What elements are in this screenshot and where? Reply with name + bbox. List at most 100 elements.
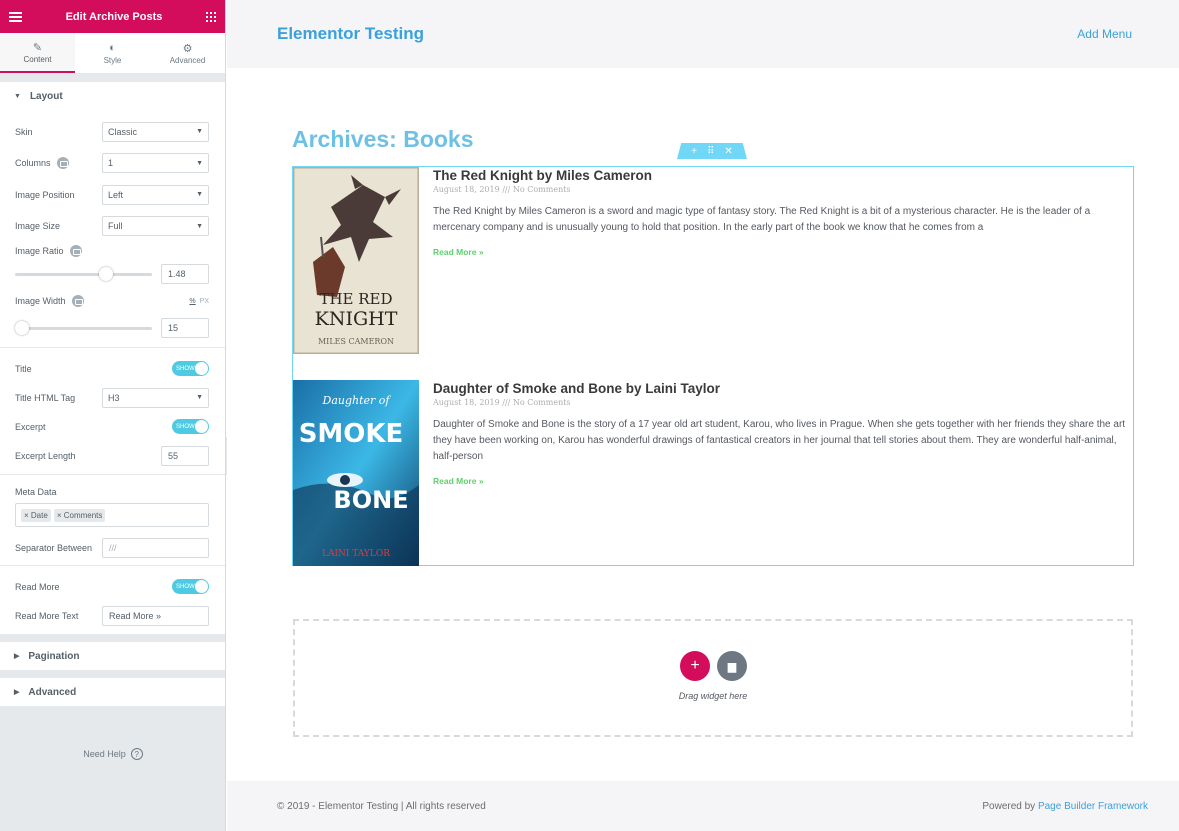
- widget-handle[interactable]: + ⠿ ✕: [677, 143, 747, 159]
- read-more-toggle[interactable]: SHOW: [172, 579, 209, 594]
- chevron-down-icon: ▼: [196, 222, 203, 230]
- control-label: Excerpt: [15, 421, 46, 432]
- section-pagination-toggle[interactable]: ▶ Pagination: [0, 642, 225, 670]
- layout-controls: Skin Classic ▼ Columns 1 ▼ Image Position …: [0, 110, 225, 634]
- tab-advanced[interactable]: ⚙ Advanced: [150, 33, 225, 73]
- post-thumbnail[interactable]: THE RED KNIGHT MILES CAMERON: [293, 167, 419, 354]
- control-image-size: Image Size Full ▼: [0, 211, 225, 243]
- read-more-link[interactable]: Read More »: [433, 476, 484, 486]
- close-icon[interactable]: ✕: [724, 146, 732, 157]
- add-icon[interactable]: +: [691, 146, 697, 157]
- skin-select[interactable]: Classic ▼: [102, 121, 209, 142]
- meta-tag-date[interactable]: × Date: [21, 508, 51, 522]
- add-section-button[interactable]: +: [680, 651, 710, 681]
- image-position-select[interactable]: Left ▼: [102, 184, 209, 205]
- control-title: Title SHOW: [0, 354, 225, 383]
- archive-posts-widget[interactable]: THE RED KNIGHT MILES CAMERON The Red Kni…: [292, 166, 1134, 566]
- control-excerpt-length: Excerpt Length 55: [0, 441, 225, 470]
- widgets-grid-icon[interactable]: [205, 11, 216, 22]
- image-width-input[interactable]: 15: [161, 318, 209, 338]
- excerpt-length-input[interactable]: 55: [161, 445, 209, 466]
- add-menu-link[interactable]: Add Menu: [1077, 27, 1132, 41]
- responsive-icon[interactable]: [71, 295, 84, 307]
- empty-section-dropzone[interactable]: + ▆ Drag widget here: [293, 619, 1133, 737]
- section-advanced-toggle[interactable]: ▶ Advanced: [0, 678, 225, 706]
- tab-style[interactable]: ◐ Style: [75, 33, 150, 73]
- panel-title: Edit Archive Posts: [65, 10, 163, 23]
- cover-title-line: SMOKE: [299, 419, 404, 449]
- read-more-text-input[interactable]: Read More »: [102, 605, 209, 626]
- post-excerpt: Daughter of Smoke and Bone is the story …: [433, 419, 1126, 462]
- control-image-position: Image Position Left ▼: [0, 179, 225, 211]
- post-title[interactable]: Daughter of Smoke and Bone by Laini Tayl…: [433, 381, 1133, 396]
- columns-select[interactable]: 1 ▼: [102, 153, 209, 174]
- control-skin: Skin Classic ▼: [0, 116, 225, 148]
- site-header: Elementor Testing Add Menu: [227, 0, 1179, 68]
- section-label: Pagination: [28, 650, 80, 662]
- tab-content[interactable]: ✎ Content: [0, 33, 75, 73]
- control-label: Read More Text: [15, 610, 79, 621]
- footer-credit: Powered by Page Builder Framework: [982, 800, 1148, 812]
- site-title[interactable]: Elementor Testing: [277, 24, 424, 44]
- dropzone-text: Drag widget here: [678, 691, 748, 701]
- control-label: Image Size: [15, 221, 61, 232]
- control-columns: Columns 1 ▼: [0, 148, 225, 180]
- title-tag-select[interactable]: H3 ▼: [102, 387, 209, 408]
- slider-handle[interactable]: [15, 320, 29, 335]
- title-toggle[interactable]: SHOW: [172, 361, 209, 376]
- panel-tabs: ✎ Content ◐ Style ⚙ Advanced: [0, 33, 225, 74]
- control-read-more-text: Read More Text Read More »: [0, 601, 225, 630]
- excerpt-toggle[interactable]: SHOW: [172, 419, 209, 434]
- plus-icon: +: [690, 657, 700, 674]
- drag-handle-icon[interactable]: ⠿: [707, 146, 714, 157]
- control-group-image: Skin Classic ▼ Columns 1 ▼ Image Position …: [0, 116, 225, 348]
- responsive-icon[interactable]: [56, 157, 69, 170]
- add-template-button[interactable]: ▆: [717, 651, 747, 681]
- post-content: The Red Knight by Miles Cameron August 1…: [433, 168, 1133, 258]
- responsive-icon[interactable]: [69, 244, 82, 257]
- cover-author: LAINI TAYLOR: [322, 549, 390, 559]
- pencil-icon: ✎: [32, 41, 43, 54]
- tab-label: Content: [23, 54, 52, 64]
- tab-label: Advanced: [169, 55, 206, 65]
- read-more-link[interactable]: Read More »: [433, 247, 484, 257]
- image-width-slider[interactable]: [15, 320, 152, 335]
- framework-link[interactable]: Page Builder Framework: [1038, 801, 1148, 812]
- control-label: Title: [15, 363, 32, 374]
- cover-title-line: THE RED: [319, 290, 392, 308]
- control-label: Image Ratio: [15, 245, 64, 256]
- tab-label: Style: [103, 55, 122, 65]
- image-ratio-slider[interactable]: [15, 266, 152, 281]
- caret-right-icon: ▶: [14, 653, 20, 660]
- meta-data-select[interactable]: × Date × Comments: [15, 503, 209, 527]
- post-title[interactable]: The Red Knight by Miles Cameron: [433, 168, 1133, 183]
- cover-title-line: BONE: [333, 486, 408, 514]
- control-read-more: Read More SHOW: [0, 572, 225, 601]
- image-size-select[interactable]: Full ▼: [102, 216, 209, 237]
- chevron-down-icon: ▼: [196, 159, 203, 167]
- advanced-section: ▶ Advanced: [0, 678, 225, 706]
- image-ratio-slider-row: 1.48: [0, 259, 225, 289]
- pagination-section: ▶ Pagination: [0, 642, 225, 670]
- control-group-meta: Meta Data × Date × Comments Separator Be…: [0, 481, 225, 566]
- slider-handle[interactable]: [98, 266, 113, 281]
- unit-switcher[interactable]: % PX: [189, 298, 209, 305]
- menu-icon[interactable]: [9, 11, 22, 22]
- need-help-link[interactable]: Need Help ?: [0, 748, 226, 760]
- post-thumbnail[interactable]: Daughter of SMOKE BONE LAINI TAYLOR: [293, 380, 419, 566]
- post-meta: August 18, 2019 /// No Comments: [433, 398, 571, 407]
- section-layout-toggle[interactable]: ▼ Layout: [0, 82, 225, 110]
- control-group-read-more: Read More SHOW Read More Text Read More …: [0, 572, 225, 630]
- control-label: Image Position: [15, 189, 75, 200]
- separator-input[interactable]: ///: [102, 538, 209, 558]
- control-separator: Separator Between ///: [0, 535, 225, 561]
- meta-tag-comments[interactable]: × Comments: [53, 508, 106, 522]
- image-width-slider-row: 15: [0, 313, 225, 343]
- section-label: Layout: [29, 90, 63, 102]
- control-label: Excerpt Length: [15, 450, 76, 461]
- image-ratio-input[interactable]: 1.48: [161, 264, 209, 284]
- editor-panel: Edit Archive Posts ✎ Content ◐ Style ⚙ A…: [0, 0, 226, 831]
- dropzone-buttons: + ▆: [680, 651, 754, 681]
- chevron-down-icon: ▼: [196, 394, 203, 401]
- chevron-down-icon: ▼: [196, 128, 203, 136]
